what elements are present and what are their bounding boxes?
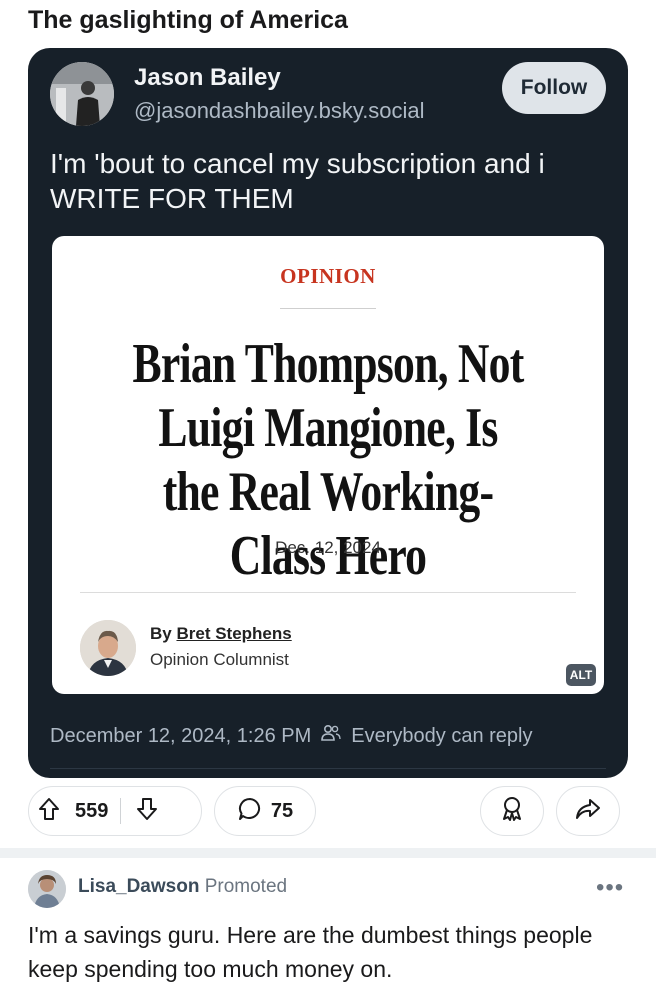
embedded-post-card[interactable]: Jason Bailey @jasondashbailey.bsky.socia… (28, 48, 628, 778)
post-action-bar: 559 75 (0, 786, 656, 840)
feed-separator (0, 848, 656, 858)
downvote-button[interactable] (127, 791, 167, 831)
divider (50, 768, 606, 769)
divider (80, 592, 576, 593)
divider (280, 308, 376, 309)
author-handle[interactable]: @jasondashbailey.bsky.social (134, 98, 425, 124)
byline-prefix: By (150, 624, 172, 643)
share-button[interactable] (556, 786, 620, 836)
promoted-header: Lisa_Dawson Promoted (78, 876, 287, 898)
article-image[interactable]: OPINION Brian Thompson, Not Luigi Mangio… (52, 236, 604, 694)
alt-badge[interactable]: ALT (566, 664, 596, 686)
article-date: Dec. 12, 2024 (275, 538, 381, 557)
vote-count: 559 (75, 799, 109, 822)
arrow-down-icon (136, 797, 158, 826)
divider (120, 798, 122, 824)
arrow-up-icon (38, 797, 60, 826)
award-button[interactable] (480, 786, 544, 836)
upvote-button[interactable] (29, 791, 69, 831)
share-icon (575, 797, 601, 826)
byline-role: Opinion Columnist (150, 650, 289, 669)
post-timestamp: December 12, 2024, 1:26 PM (50, 724, 312, 747)
comment-count: 75 (270, 799, 294, 822)
vote-control: 559 (28, 786, 202, 836)
byline: By Bret Stephens (150, 624, 292, 644)
more-icon[interactable]: ••• (596, 874, 624, 902)
byline-photo (80, 620, 136, 676)
post-meta: December 12, 2024, 1:26 PM Everybody can… (50, 724, 532, 748)
award-icon (500, 796, 524, 827)
people-icon (321, 724, 341, 748)
promoted-label: Promoted (204, 876, 288, 897)
promoted-username[interactable]: Lisa_Dawson (78, 876, 199, 897)
speech-bubble-icon (237, 796, 263, 827)
post-title[interactable]: The gaslighting of America (28, 6, 348, 35)
reply-setting: Everybody can reply (351, 724, 533, 747)
byline-author-link: Bret Stephens (176, 624, 292, 643)
post-text: I'm 'bout to cancel my subscription and … (50, 148, 545, 214)
author-name[interactable]: Jason Bailey (134, 64, 281, 92)
follow-button[interactable]: Follow (502, 62, 606, 114)
section-label: OPINION (280, 264, 376, 288)
comments-button[interactable]: 75 (214, 786, 316, 836)
promoted-avatar[interactable] (28, 870, 66, 908)
author-avatar[interactable] (50, 62, 114, 126)
promoted-text[interactable]: I'm a savings guru. Here are the dumbest… (28, 918, 628, 986)
